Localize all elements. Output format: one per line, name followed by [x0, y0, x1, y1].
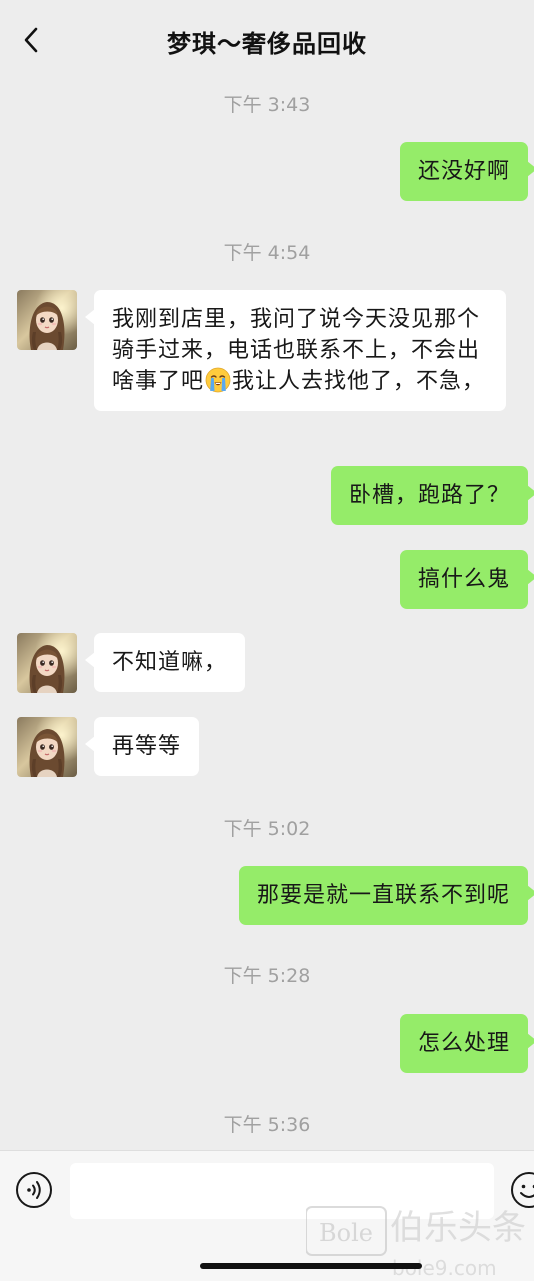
- contact-avatar[interactable]: [17, 633, 77, 693]
- svg-text:Bole: Bole: [319, 1219, 373, 1247]
- svg-text:伯乐头条: 伯乐头条: [390, 1208, 526, 1248]
- message-bubble-sent[interactable]: 搞什么鬼: [399, 550, 534, 609]
- message-bubble-sent[interactable]: 那要是就一直联系不到呢: [238, 866, 534, 925]
- message-bubble-sent[interactable]: 还没好啊: [399, 142, 534, 201]
- message-text: 我让人去找他了，不急，: [232, 369, 486, 394]
- home-indicator: [200, 1263, 422, 1269]
- timestamp: 下午 4:54: [223, 242, 311, 264]
- timestamp: 下午 5:36: [223, 1114, 311, 1136]
- chat-header: 梦琪～奢侈品回收: [0, 0, 534, 78]
- input-bar: Bole 伯乐头条 bole9.com: [0, 1150, 534, 1281]
- voice-icon[interactable]: [15, 1171, 53, 1209]
- timestamp: 下午 5:02: [223, 818, 311, 840]
- crying-face-emoji: [205, 367, 231, 393]
- timestamp: 下午 5:28: [223, 965, 311, 987]
- message-bubble-sent[interactable]: 卧槽，跑路了？: [330, 466, 534, 525]
- message-bubble-received[interactable]: 不知道嘛，: [84, 633, 246, 692]
- chat-title: 梦琪～奢侈品回收: [167, 30, 367, 58]
- contact-avatar[interactable]: [17, 290, 77, 350]
- message-bubble-received[interactable]: 再等等: [84, 717, 200, 776]
- message-bubble-received[interactable]: 我刚到店里，我问了说今天没见那个骑手过来，电话也联系不上，不会出啥事了吧 我让人…: [85, 290, 506, 411]
- contact-avatar[interactable]: [17, 717, 77, 777]
- message-bubble-sent[interactable]: 怎么处理: [399, 1014, 534, 1073]
- timestamp: 下午 3:43: [223, 94, 311, 116]
